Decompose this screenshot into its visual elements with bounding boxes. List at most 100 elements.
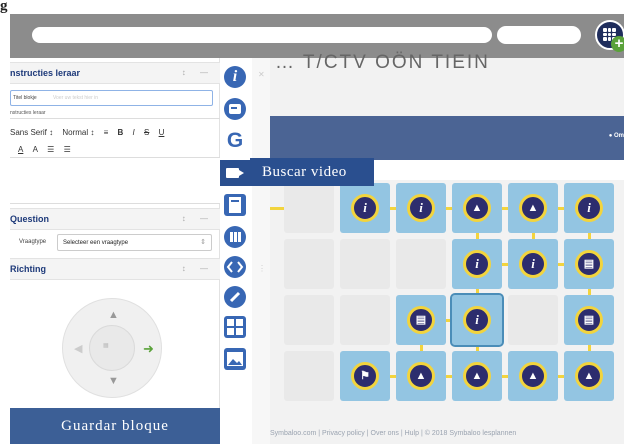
lesson-tile[interactable]: i [340, 183, 390, 233]
tile-node: i [351, 194, 379, 222]
save-block-button[interactable]: Guardar bloque [10, 408, 220, 444]
empty-tile[interactable] [284, 351, 334, 401]
select-arrow-icon: ⇕ [200, 239, 206, 246]
lesson-tile[interactable]: ▤ [564, 239, 614, 289]
tile-node: ⚑ [351, 362, 379, 390]
info-icon[interactable]: i [224, 66, 246, 88]
tile-node: ▤ [575, 306, 603, 334]
lesson-tile[interactable]: i [452, 239, 502, 289]
tile-node: i [463, 250, 491, 278]
google-icon[interactable]: G [224, 130, 246, 152]
lesson-tile[interactable]: ▲ [508, 183, 558, 233]
graduation-cap-icon: ▲ [415, 370, 427, 382]
center-flag-icon: ▦ [103, 343, 109, 349]
graduation-cap-icon: ▲ [527, 202, 539, 214]
font-color-button[interactable]: A [18, 145, 23, 154]
empty-tile[interactable] [508, 295, 558, 345]
collapse-icon[interactable]: ✕ [258, 70, 265, 79]
block-title-field[interactable]: Titel blokje Voer uw tekst hier in [10, 90, 213, 106]
section-controls-icon[interactable]: ↕ — [182, 214, 214, 223]
lesson-tile[interactable]: ▲ [452, 183, 502, 233]
block-editor-panel: nstructies leraar ↕ — Titel blokje Voer … [10, 58, 220, 444]
quiz-icon[interactable] [224, 98, 246, 120]
tile-node: ▲ [463, 194, 491, 222]
instructions-label: nstructies leraar [10, 110, 46, 116]
lesson-tile[interactable]: ▤ [396, 295, 446, 345]
image-icon[interactable] [224, 348, 246, 370]
italic-button[interactable]: I [133, 128, 135, 137]
nav-button-label[interactable]: ● Om [609, 133, 624, 139]
flag-icon: ⚑ [360, 370, 370, 382]
document-icon: ▤ [415, 314, 427, 326]
address-bar[interactable] [32, 27, 492, 43]
font-family-select[interactable]: Sans Serif ↕ [10, 128, 53, 137]
lesson-tile[interactable]: ▲ [564, 351, 614, 401]
question-type-select[interactable]: Selecteer een vraagtype ⇕ [57, 234, 212, 251]
add-app-icon[interactable]: + [595, 20, 624, 52]
lesson-tile[interactable]: i [450, 293, 504, 347]
footer-links[interactable]: Symbaloo.com | Privacy policy | Over ons… [270, 430, 624, 437]
lesson-board: … T/CTV OÖN TIEIN ● Om i i ▲ ▲ i i i ▤ ▤ i ▤ ⚑ ▲ ▲ ▲ ▲ … [270, 52, 624, 444]
video-camera-icon[interactable] [220, 160, 250, 186]
resize-handle-icon[interactable]: ⋮ [258, 264, 266, 273]
block-type-toolbar: i G [220, 58, 250, 444]
panel-splitter[interactable]: ✕ ⋮ [252, 58, 270, 444]
tile-node: ▤ [575, 250, 603, 278]
info-icon: i [475, 256, 479, 271]
lesson-tile[interactable]: i [396, 183, 446, 233]
tile-node: ▲ [463, 362, 491, 390]
lesson-tile[interactable]: ▤ [564, 295, 614, 345]
board-title: … T/CTV OÖN TIEIN [275, 52, 490, 73]
empty-tile[interactable] [284, 183, 334, 233]
search-bar[interactable] [497, 26, 581, 44]
lesson-tile[interactable]: ▲ [396, 351, 446, 401]
empty-tile[interactable] [340, 239, 390, 289]
rich-text-toolbar: Sans Serif ↕ Normal ↕ ≡ B I S U A A ☰ ☰ [10, 118, 220, 158]
lesson-tile[interactable]: i [564, 183, 614, 233]
empty-tile[interactable] [284, 239, 334, 289]
section-controls-icon[interactable]: ↕ — [182, 68, 214, 77]
arrow-right-icon[interactable]: ➜ [143, 341, 154, 357]
question-type-row: Vraagtype Selecteer een vraagtype ⇕ [10, 232, 220, 252]
lesson-tile[interactable]: ▲ [508, 351, 558, 401]
empty-tile[interactable] [340, 295, 390, 345]
bold-button[interactable]: B [118, 128, 124, 137]
arrow-left-icon[interactable]: ◀ [74, 342, 82, 355]
align-icon[interactable]: ≡ [104, 128, 109, 137]
lesson-tile[interactable]: ▲ [452, 351, 502, 401]
video-tooltip: Buscar video [250, 158, 374, 186]
tile-node: ▲ [407, 362, 435, 390]
apps-icon[interactable] [224, 226, 246, 248]
section-header-instructions[interactable]: nstructies leraar ↕ — [10, 62, 220, 84]
empty-tile[interactable] [284, 295, 334, 345]
section-controls-icon[interactable]: ↕ — [182, 264, 214, 273]
lesson-tile[interactable]: ⚑ [340, 351, 390, 401]
grid-icon[interactable] [224, 316, 246, 338]
arrow-down-icon[interactable]: ▼ [108, 375, 119, 387]
direction-pad-center [89, 325, 135, 371]
section-header-direction[interactable]: Richting ↕ — [10, 258, 220, 280]
font-size-select[interactable]: Normal ↕ [62, 128, 94, 137]
code-icon[interactable] [224, 256, 246, 278]
book-icon[interactable] [224, 194, 246, 216]
background-color-button[interactable]: A [33, 145, 38, 154]
screen: g + nstructies leraar ↕ — Titel blokje V… [0, 0, 624, 444]
tile-node: ▲ [575, 362, 603, 390]
empty-tile[interactable] [396, 239, 446, 289]
info-icon: i [419, 200, 423, 215]
page-heading: g [0, 0, 8, 14]
strike-button[interactable]: S [144, 128, 149, 137]
arrow-up-icon[interactable]: ▲ [108, 309, 119, 321]
section-header-question[interactable]: Question ↕ — [10, 208, 220, 230]
lesson-tile[interactable]: i [508, 239, 558, 289]
instructions-editor[interactable] [10, 158, 220, 204]
info-icon: i [475, 312, 479, 327]
direction-pad: ▲ ▼ ◀ ➜ ▦ [62, 298, 162, 398]
info-icon: i [363, 200, 367, 215]
board-nav-bar: ● Om [270, 116, 624, 160]
graduation-cap-icon: ▲ [583, 370, 595, 382]
bullet-list-icon[interactable]: ☰ [64, 145, 71, 154]
ordered-list-icon[interactable]: ☰ [47, 145, 54, 154]
link-icon[interactable] [224, 286, 246, 308]
underline-button[interactable]: U [159, 128, 165, 137]
